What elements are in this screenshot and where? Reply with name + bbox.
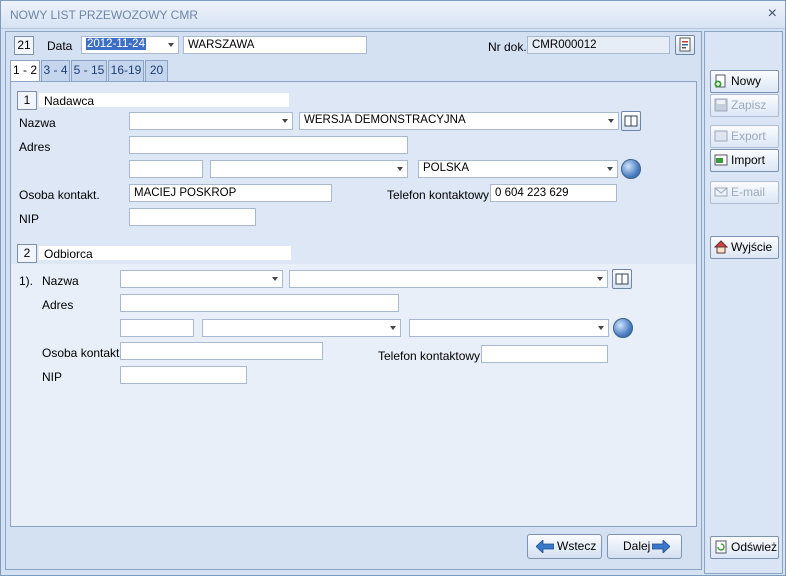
sender-nip-label: NIP bbox=[19, 212, 40, 226]
sender-name-type-select[interactable] bbox=[129, 112, 293, 130]
export-button[interactable]: Export bbox=[710, 125, 779, 148]
sender-phone-field[interactable]: 0 604 223 629 bbox=[490, 184, 617, 202]
receiver-section-title: Odbiorca bbox=[44, 247, 93, 261]
chevron-down-icon[interactable] bbox=[282, 119, 288, 123]
receiver-phone-label: Telefon kontaktowy bbox=[378, 349, 481, 363]
chevron-down-icon[interactable] bbox=[607, 167, 613, 171]
receiver-section-number: 2 bbox=[17, 244, 37, 263]
cmr-window: NOWY LIST PRZEWOZOWY CMR × 21 Data 2012-… bbox=[0, 0, 786, 576]
city-field[interactable]: WARSZAWA bbox=[183, 36, 367, 54]
receiver-nip-field[interactable] bbox=[120, 366, 247, 384]
doc-index-box: 21 bbox=[14, 36, 34, 55]
receiver-contact-label: Osoba kontakt. bbox=[42, 346, 123, 360]
tab-5-15[interactable]: 5 - 15 bbox=[71, 60, 107, 81]
sender-contact-label: Osoba kontakt. bbox=[19, 188, 100, 202]
chevron-down-icon[interactable] bbox=[168, 43, 174, 47]
receiver-city-select[interactable] bbox=[202, 319, 401, 337]
date-label: Data bbox=[47, 39, 73, 53]
tab-20[interactable]: 20 bbox=[145, 60, 168, 81]
back-label: Wstecz bbox=[557, 539, 597, 553]
receiver-contact-field[interactable] bbox=[120, 342, 323, 360]
chevron-down-icon[interactable] bbox=[390, 326, 396, 330]
receiver-index-label: 1). bbox=[19, 274, 34, 288]
chevron-down-icon[interactable] bbox=[397, 167, 403, 171]
chevron-down-icon[interactable] bbox=[608, 119, 614, 123]
exit-label: Wyjście bbox=[731, 240, 773, 254]
import-icon bbox=[714, 154, 728, 166]
globe-icon[interactable] bbox=[621, 159, 641, 179]
sender-country-value: POLSKA bbox=[423, 162, 470, 174]
refresh-label: Odśwież bbox=[731, 540, 778, 554]
receiver-nip-label: NIP bbox=[42, 370, 63, 384]
sender-country-select[interactable]: POLSKA bbox=[418, 160, 618, 178]
main-panel: 21 Data 2012-11-24 WARSZAWA Nr dok. CMR0… bbox=[5, 31, 702, 570]
receiver-postcode-field[interactable] bbox=[120, 319, 194, 337]
sender-phone-label: Telefon kontaktowy bbox=[387, 188, 490, 202]
export-label: Export bbox=[731, 129, 766, 143]
new-button[interactable]: Nowy bbox=[710, 70, 779, 93]
receiver-name-select[interactable] bbox=[289, 270, 608, 288]
export-icon bbox=[714, 130, 728, 142]
close-icon[interactable]: × bbox=[768, 5, 777, 23]
tab-3-4[interactable]: 3 - 4 bbox=[41, 60, 70, 81]
chevron-down-icon[interactable] bbox=[272, 277, 278, 281]
sender-address-label: Adres bbox=[19, 140, 51, 154]
next-label: Dalej bbox=[623, 539, 651, 553]
new-label: Nowy bbox=[731, 74, 762, 88]
envelope-icon bbox=[714, 187, 728, 197]
sidebar: Nowy Zapisz Export Import E-mail Wyjście… bbox=[704, 31, 783, 574]
save-icon bbox=[714, 98, 728, 112]
email-label: E-mail bbox=[731, 185, 766, 199]
receiver-address-label: Adres bbox=[42, 298, 74, 312]
sender-name-label: Nazwa bbox=[19, 116, 56, 130]
save-label: Zapisz bbox=[731, 98, 767, 112]
home-icon bbox=[714, 240, 728, 254]
sender-name-value: WERSJA DEMONSTRACYJNA bbox=[304, 114, 466, 126]
globe-icon[interactable] bbox=[613, 318, 633, 338]
title-bar: NOWY LIST PRZEWOZOWY CMR × bbox=[1, 1, 785, 29]
sender-city-select[interactable] bbox=[210, 160, 408, 178]
save-button[interactable]: Zapisz bbox=[710, 94, 779, 117]
back-button[interactable]: Wstecz bbox=[527, 534, 602, 559]
sender-section-number: 1 bbox=[17, 91, 37, 110]
import-label: Import bbox=[731, 153, 766, 167]
receiver-name-label: Nazwa bbox=[42, 274, 79, 288]
arrow-right-icon bbox=[652, 540, 670, 553]
sender-address-field[interactable] bbox=[129, 136, 408, 154]
refresh-button[interactable]: Odśwież bbox=[710, 536, 779, 559]
window-title: NOWY LIST PRZEWOZOWY CMR bbox=[10, 8, 199, 22]
next-button[interactable]: Dalej bbox=[607, 534, 682, 559]
email-button[interactable]: E-mail bbox=[710, 181, 779, 204]
import-button[interactable]: Import bbox=[710, 149, 779, 172]
tab-16-19[interactable]: 16-19 bbox=[108, 60, 144, 81]
nr-dok-label: Nr dok. bbox=[488, 40, 527, 54]
receiver-country-select[interactable] bbox=[409, 319, 609, 337]
address-book-icon[interactable] bbox=[621, 111, 641, 131]
arrow-left-icon bbox=[536, 540, 554, 553]
tab-1-2[interactable]: 1 - 2 bbox=[10, 60, 40, 82]
refresh-icon bbox=[715, 540, 727, 554]
receiver-name-type-select[interactable] bbox=[120, 270, 283, 288]
new-document-icon bbox=[714, 74, 726, 88]
receiver-phone-field[interactable] bbox=[481, 345, 608, 363]
sender-nip-field[interactable] bbox=[129, 208, 256, 226]
sender-section-title: Nadawca bbox=[44, 94, 95, 108]
nr-dok-field: CMR000012 bbox=[527, 36, 670, 54]
document-settings-icon[interactable] bbox=[675, 35, 695, 55]
sender-contact-field[interactable]: MACIEJ POSKROP bbox=[129, 184, 332, 202]
sender-postcode-field[interactable] bbox=[129, 160, 203, 178]
date-value: 2012-11-24 bbox=[86, 38, 146, 50]
receiver-address-field[interactable] bbox=[120, 294, 399, 312]
exit-button[interactable]: Wyjście bbox=[710, 236, 779, 259]
chevron-down-icon[interactable] bbox=[598, 326, 604, 330]
chevron-down-icon[interactable] bbox=[597, 277, 603, 281]
address-book-icon[interactable] bbox=[612, 269, 632, 289]
sender-name-select[interactable]: WERSJA DEMONSTRACYJNA bbox=[299, 112, 619, 130]
date-picker[interactable]: 2012-11-24 bbox=[81, 36, 179, 54]
